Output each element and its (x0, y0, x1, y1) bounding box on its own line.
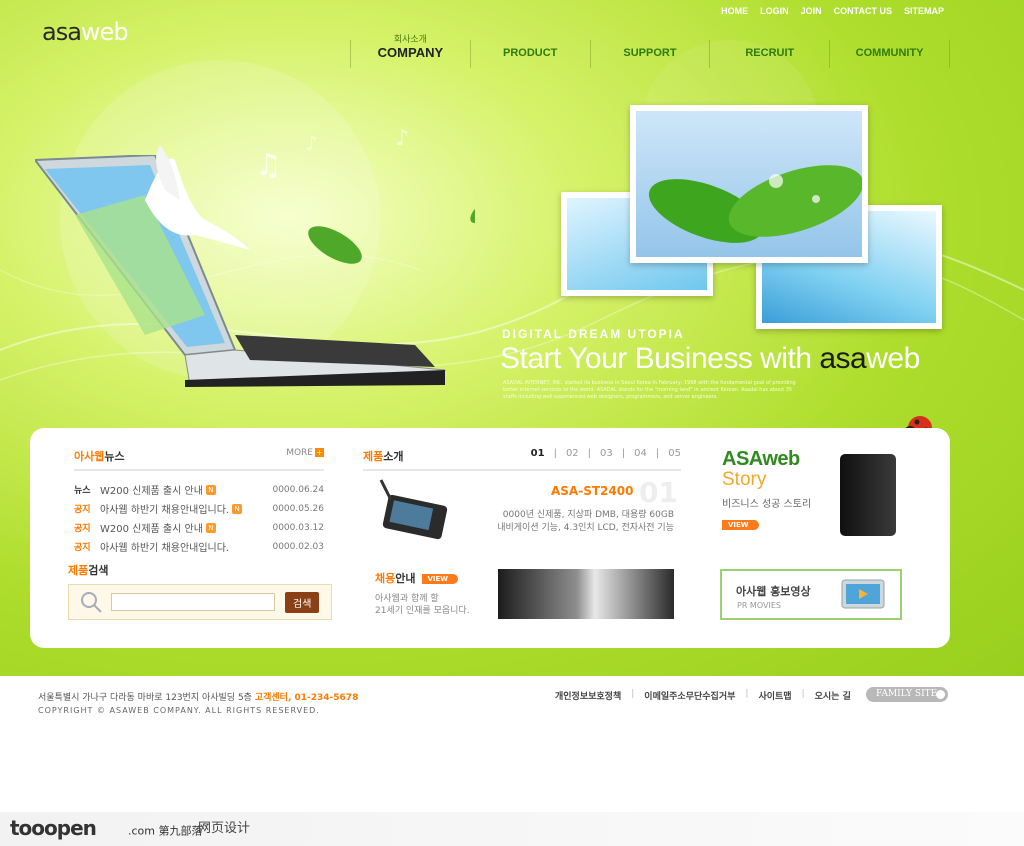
svg-text:♫: ♫ (255, 148, 282, 183)
product-description: 0000년 신제품, 지상파 DMB, 대용량 60GB 내비게이션 기능, 4… (497, 510, 674, 533)
pr-movie-title: 아사웹 홍보영상 (736, 585, 811, 598)
photo-frame-center (630, 105, 868, 263)
plus-icon: + (315, 448, 324, 457)
hero-body-text: ASADAL INTERNET, INC. started its busine… (503, 380, 796, 400)
svg-text:♪: ♪ (305, 131, 318, 155)
product-section: 제품소개 01 | 02 | 03 | 04 | 05 01 ASA-ST2400 (363, 448, 681, 540)
select-knob-icon (936, 690, 945, 699)
product-search-title: 제품검색 (68, 564, 109, 577)
tv-play-icon (841, 579, 885, 609)
footer-links: 개인정보보호정책 | 이메일주소무단수집거부 | 사이트맵 | 오시는 길 (555, 689, 851, 702)
hero-eyebrow: DIGITAL DREAM UTOPIA (502, 327, 685, 341)
page-3[interactable]: 03 (600, 448, 613, 464)
product-title: 제품소개 (363, 450, 404, 463)
util-join-link[interactable]: JOIN (801, 6, 822, 16)
product-search-input[interactable] (111, 593, 275, 611)
page-4[interactable]: 04 (634, 448, 647, 464)
svg-text:♪: ♪ (395, 126, 409, 151)
product-device-image[interactable] (377, 478, 457, 548)
hero-banner: asaweb HOME LOGIN JOIN CONTACT US SITEMA… (0, 0, 1024, 676)
new-badge: N (232, 503, 243, 514)
footer-link-email[interactable]: 이메일주소무단수집거부 (644, 689, 735, 702)
page: asaweb HOME LOGIN JOIN CONTACT US SITEMA… (0, 0, 1024, 846)
story-section: ASAweb Story 비즈니스 성공 스토리 VIEW (722, 448, 912, 548)
story-view-button[interactable]: VIEW (722, 519, 759, 530)
recruit-section: 채용안내 VIEW 아사웹과 함께 할 21세기 인재를 모읍니다. (375, 570, 505, 617)
watermark-logo: tooopen (10, 816, 97, 840)
news-item[interactable]: 공지 W200 신제품 출시 안내 N 0000.03.12 (74, 518, 324, 537)
footer-link-privacy[interactable]: 개인정보보호정책 (555, 689, 621, 702)
watermark-text: 网页设计 (198, 821, 251, 836)
product-number: 01 (639, 476, 678, 509)
search-button[interactable]: 검색 (285, 591, 320, 613)
pr-movie-button[interactable]: 아사웹 홍보영상 PR MOVIES (720, 569, 902, 620)
footer-copyright: COPYRIGHT © ASAWEB COMPANY. ALL RIGHTS R… (38, 706, 320, 715)
nav-recruit-label: RECRUIT (745, 47, 795, 59)
new-badge: N (205, 484, 216, 495)
site-logo[interactable]: asaweb (42, 18, 129, 46)
util-sitemap-link[interactable]: SITEMAP (904, 6, 944, 16)
page-5[interactable]: 05 (668, 448, 681, 464)
nav-company[interactable]: 회사소개 COMPANY (350, 35, 470, 68)
news-item[interactable]: 공지 아사웹 하반기 채용안내입니다. N 0000.05.26 (74, 499, 324, 518)
utility-nav: HOME LOGIN JOIN CONTACT US SITEMAP (721, 6, 944, 16)
new-badge: N (205, 522, 216, 533)
pr-movie-subtitle: PR MOVIES (737, 601, 781, 610)
nav-community[interactable]: COMMUNITY (829, 40, 950, 68)
hero-headline: Start Your Business with asaweb (500, 342, 920, 375)
handshake-image[interactable] (498, 569, 674, 619)
product-name: ASA-ST2400 (551, 484, 634, 498)
family-site-select[interactable]: FAMILY SITE (866, 687, 948, 702)
product-search: 제품검색 검색 (68, 562, 332, 620)
content-panel: 아사웹뉴스 MORE + 뉴스 W200 신제품 출시 안내 N 0000.06.… (30, 428, 950, 648)
util-contact-link[interactable]: CONTACT US (834, 6, 892, 16)
util-login-link[interactable]: LOGIN (760, 6, 789, 16)
util-home-link[interactable]: HOME (721, 6, 748, 16)
search-icon (81, 592, 102, 613)
page-1[interactable]: 01 (531, 448, 545, 464)
page-2[interactable]: 02 (566, 448, 579, 464)
news-more-button[interactable]: MORE + (286, 448, 324, 464)
news-item[interactable]: 공지 아사웹 하반기 채용안내입니다. 0000.02.03 (74, 537, 324, 556)
nav-support-label: SUPPORT (623, 47, 677, 59)
nav-community-label: COMMUNITY (855, 47, 924, 59)
nav-product[interactable]: PRODUCT (469, 40, 590, 68)
footer-link-directions[interactable]: 오시는 길 (815, 689, 851, 702)
recruit-view-button[interactable]: VIEW (421, 574, 459, 584)
news-title: 아사웹뉴스 (74, 450, 125, 463)
recruit-text: 아사웹과 함께 할 21세기 인재를 모읍니다. (375, 594, 470, 616)
organizer-image (840, 454, 896, 536)
nav-company-sublabel: 회사소개 (393, 35, 427, 45)
nav-product-label: PRODUCT (503, 47, 558, 59)
watermark-bar: tooopen .com 第九部落™ 网页设计 (0, 812, 1024, 846)
nav-support[interactable]: SUPPORT (589, 40, 710, 68)
notes-leaves-decoration: ♫ ♪ ♪ (255, 126, 475, 264)
product-pager: 01 | 02 | 03 | 04 | 05 (531, 448, 681, 464)
footer-link-sitemap[interactable]: 사이트맵 (758, 689, 791, 702)
main-nav: 회사소개 COMPANY PRODUCT SUPPORT RECRUIT COM… (350, 35, 950, 68)
footer-address: 서울특별시 가나구 다라동 마바로 123번지 아사빌딩 5층 고객센터, 01… (38, 693, 359, 703)
nav-company-label: COMPANY (377, 45, 444, 60)
news-item[interactable]: 뉴스 W200 신제품 출시 안내 N 0000.06.24 (74, 480, 324, 499)
dove-illustration (145, 145, 250, 250)
recruit-title: 채용안내 VIEW (375, 570, 505, 586)
news-section: 아사웹뉴스 MORE + 뉴스 W200 신제품 출시 안내 N 0000.06.… (74, 448, 324, 556)
nav-recruit[interactable]: RECRUIT (709, 40, 829, 68)
